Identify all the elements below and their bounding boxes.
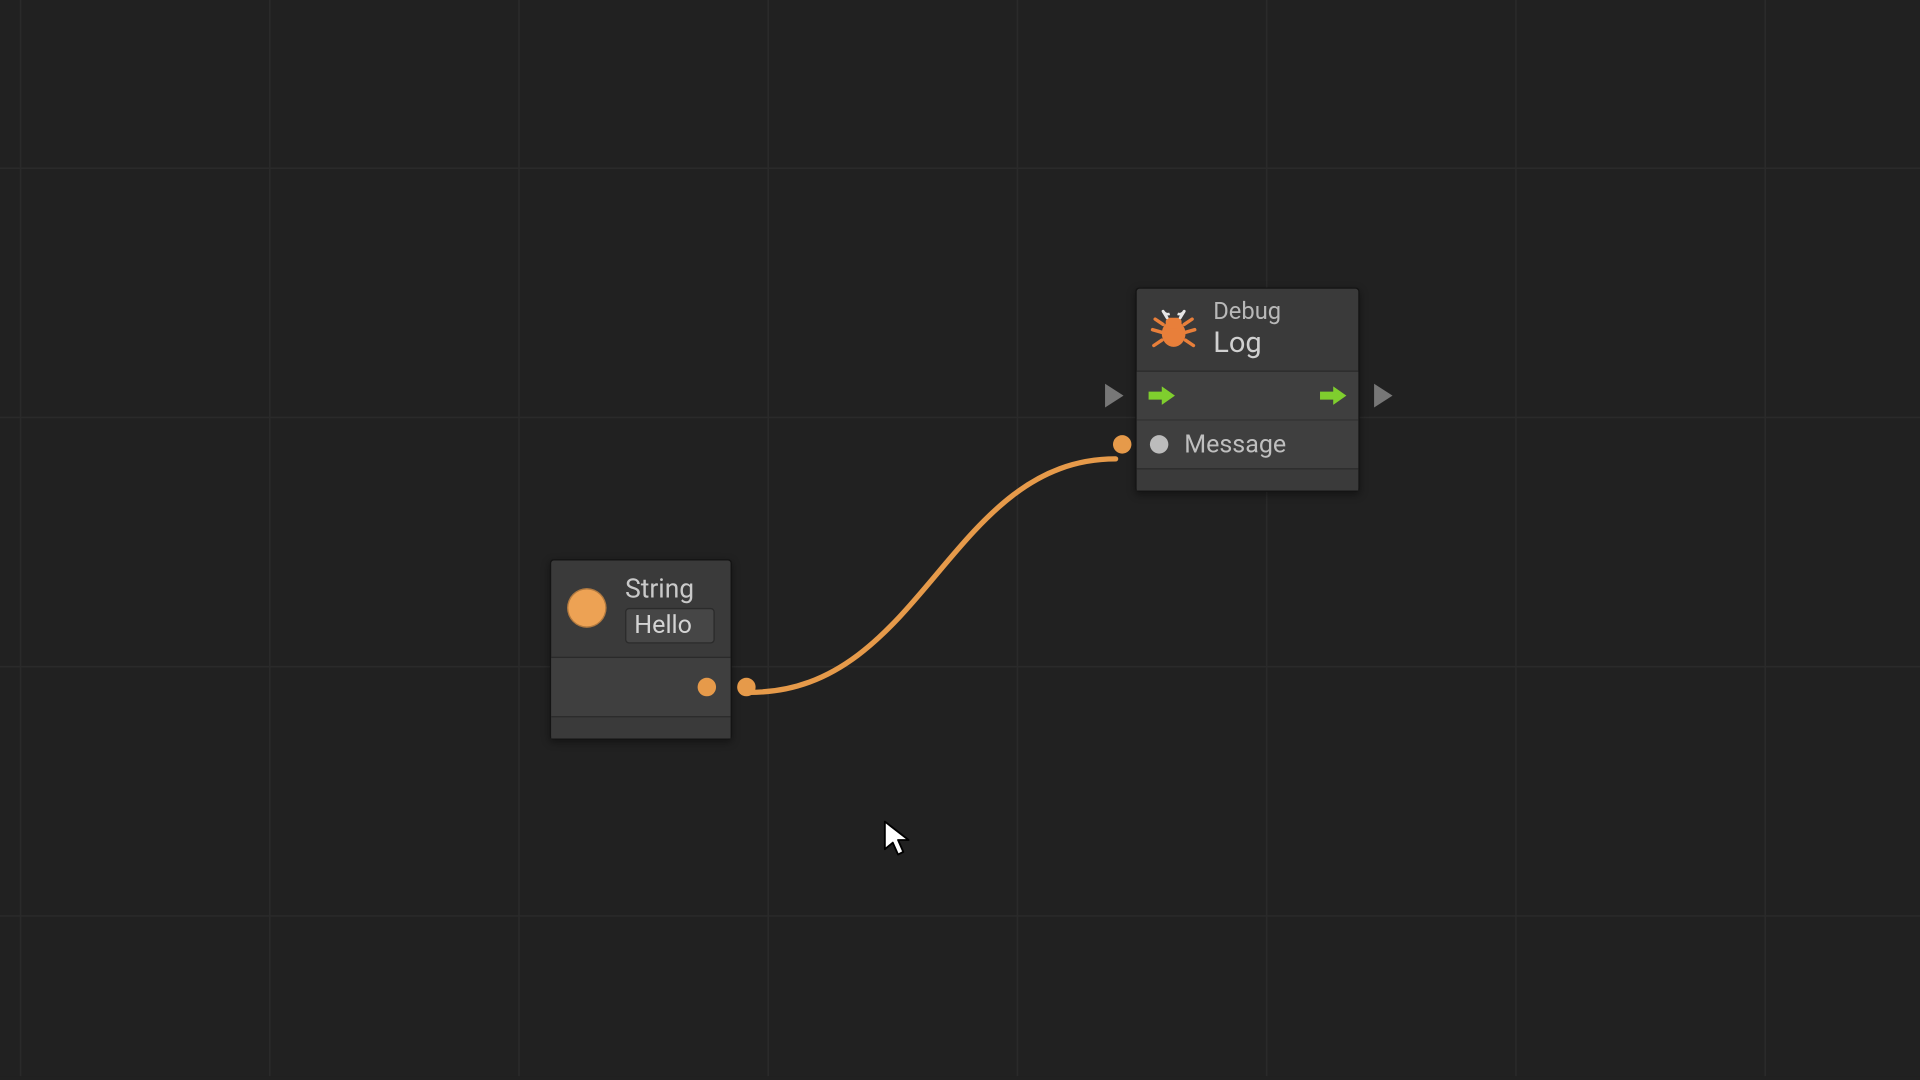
node-debug-log[interactable]: Debug Log <box>1135 287 1359 491</box>
message-input-port[interactable] <box>1113 435 1131 453</box>
grid-background <box>0 0 1920 1076</box>
node-string-footer <box>551 716 730 738</box>
node-string-type-label: String <box>625 574 715 604</box>
node-debug-flow-row <box>1137 372 1359 419</box>
graph-canvas[interactable]: String Hello <box>0 0 1920 1076</box>
message-port-inner[interactable] <box>1150 435 1168 453</box>
flow-in-icon <box>1147 385 1176 406</box>
node-string-header[interactable]: String Hello <box>551 560 730 657</box>
connection-wire[interactable] <box>0 0 1920 1076</box>
node-debug-message-row: Message <box>1137 419 1359 468</box>
cursor-icon <box>884 820 913 857</box>
node-debug-header[interactable]: Debug Log <box>1137 289 1359 372</box>
node-string[interactable]: String Hello <box>550 559 732 739</box>
string-output-port-inner[interactable] <box>698 678 716 696</box>
node-debug-category: Debug <box>1213 299 1281 326</box>
flow-in-port[interactable] <box>1105 384 1123 408</box>
message-label: Message <box>1184 429 1286 459</box>
node-string-value[interactable]: Hello <box>625 608 715 643</box>
node-string-output-row <box>551 658 730 716</box>
string-output-port[interactable] <box>737 678 755 696</box>
flow-out-icon <box>1319 385 1348 406</box>
bug-icon <box>1150 306 1197 353</box>
node-debug-title: Log <box>1213 327 1281 360</box>
string-type-icon <box>567 589 607 629</box>
flow-out-port[interactable] <box>1374 384 1392 408</box>
node-debug-footer <box>1137 468 1359 490</box>
